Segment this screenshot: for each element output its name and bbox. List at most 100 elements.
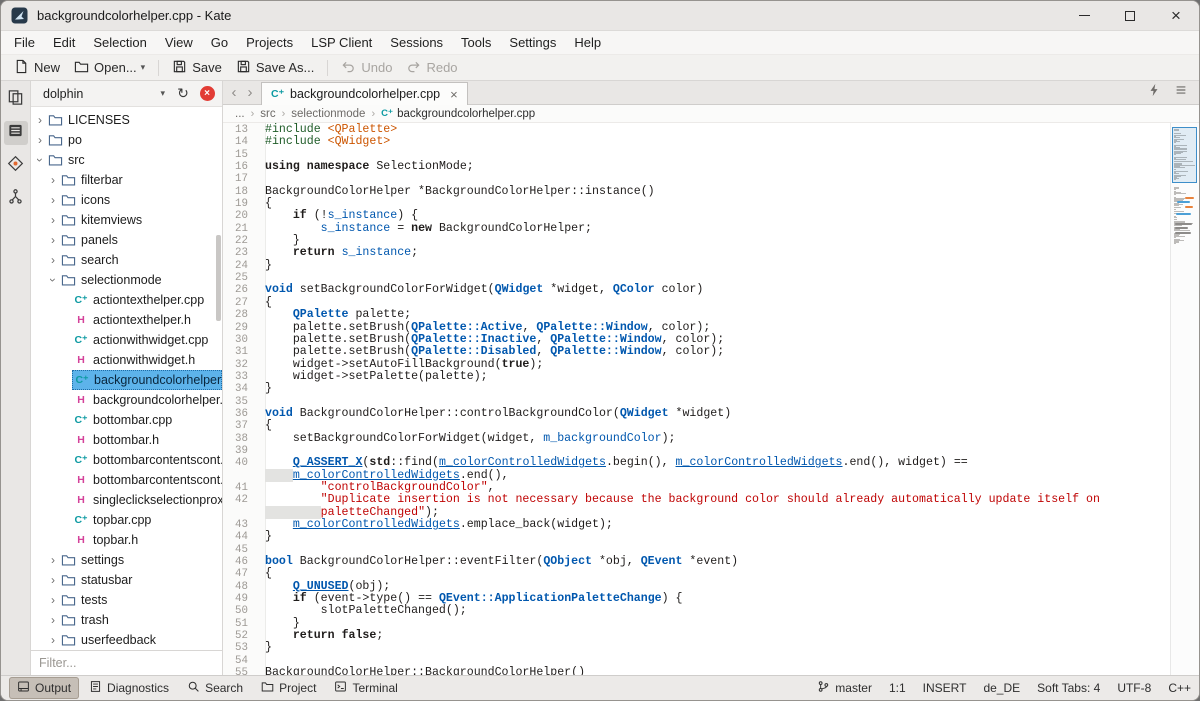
code-line[interactable]: 34} [223, 383, 1169, 395]
line-number[interactable]: 21 [223, 223, 257, 235]
tree-item-src[interactable]: ›src [31, 150, 222, 170]
statusbar-highlighting-mode[interactable]: C++ [1168, 681, 1191, 695]
code-line[interactable]: 50 slotPaletteChanged(); [223, 605, 1169, 617]
expander-icon[interactable]: › [46, 274, 60, 286]
statusbar-input-mode[interactable]: INSERT [923, 681, 967, 695]
menu-go[interactable]: Go [202, 32, 237, 53]
tree-item-content[interactable]: Hactiontexthelper.h [72, 310, 222, 330]
line-number[interactable]: 15 [223, 149, 257, 161]
line-number[interactable]: 22 [223, 235, 257, 247]
tree-item-content[interactable]: icons [59, 190, 222, 210]
line-number[interactable]: 48 [223, 581, 257, 593]
tab-backgroundcolorhelper[interactable]: C⁺ backgroundcolorhelper.cpp × [261, 82, 468, 105]
code-line[interactable]: 44} [223, 531, 1169, 543]
line-number[interactable]: 34 [223, 383, 257, 395]
line-number[interactable]: 44 [223, 531, 257, 543]
tree-item-topbar-h[interactable]: Htopbar.h [31, 530, 222, 550]
line-number[interactable]: 51 [223, 618, 257, 630]
line-number[interactable]: 17 [223, 173, 257, 185]
tree-item-statusbar[interactable]: ›statusbar [31, 570, 222, 590]
breadcrumb-item-backgroundcolorhelper-cpp[interactable]: C⁺backgroundcolorhelper.cpp [381, 108, 535, 120]
minimap-viewport[interactable] [1172, 127, 1197, 183]
line-number[interactable]: 14 [223, 136, 257, 148]
line-number[interactable]: 39 [223, 445, 257, 457]
code-lines[interactable]: 13#include <QPalette>14#include <QWidget… [223, 124, 1169, 675]
tree-item-content[interactable]: trash [59, 610, 222, 630]
line-number[interactable]: 30 [223, 334, 257, 346]
expander-icon[interactable]: › [47, 193, 59, 207]
line-number[interactable]: 52 [223, 630, 257, 642]
line-number[interactable]: 29 [223, 322, 257, 334]
expander-icon[interactable]: › [47, 613, 59, 627]
code-line[interactable]: 52 return false; [223, 630, 1169, 642]
code-line[interactable]: 21 s_instance = new BackgroundColorHelpe… [223, 223, 1169, 235]
symbols-tool-icon[interactable] [4, 187, 28, 211]
code-line[interactable]: 53} [223, 642, 1169, 654]
history-back-icon[interactable]: ‹ [226, 84, 242, 101]
tree-item-content[interactable]: userfeedback [59, 630, 222, 650]
document-list-icon[interactable] [1174, 83, 1188, 102]
tree-item-selectionmode[interactable]: ›selectionmode [31, 270, 222, 290]
tree-item-bottombar-cpp[interactable]: C⁺bottombar.cpp [31, 410, 222, 430]
code-line[interactable]: 24} [223, 260, 1169, 272]
tree-item-content[interactable]: statusbar [59, 570, 222, 590]
menu-help[interactable]: Help [565, 32, 610, 53]
tree-item-content[interactable]: tests [59, 590, 222, 610]
line-number[interactable]: 16 [223, 161, 257, 173]
expander-icon[interactable]: › [47, 593, 59, 607]
close-button[interactable]: × [1153, 1, 1199, 30]
line-number[interactable]: 35 [223, 396, 257, 408]
menu-lsp-client[interactable]: LSP Client [302, 32, 381, 53]
tree-item-content[interactable]: C⁺actionwithwidget.cpp [72, 330, 222, 350]
tree-item-filterbar[interactable]: ›filterbar [31, 170, 222, 190]
code-line[interactable]: 46bool BackgroundColorHelper::eventFilte… [223, 556, 1169, 568]
line-number[interactable]: 46 [223, 556, 257, 568]
breadcrumb-item--[interactable]: ... [235, 108, 245, 120]
projects-tool-icon[interactable] [4, 121, 28, 145]
statusbar-terminal-button[interactable]: Terminal [326, 677, 405, 699]
line-number[interactable]: 41 [223, 482, 257, 494]
open-button[interactable]: Open... ▾ [67, 56, 152, 80]
code-line[interactable]: 26void setBackgroundColorForWidget(QWidg… [223, 284, 1169, 296]
tree-item-content[interactable]: search [59, 250, 222, 270]
menu-sessions[interactable]: Sessions [381, 32, 452, 53]
code-line[interactable]: 36void BackgroundColorHelper::controlBac… [223, 408, 1169, 420]
tree-item-content[interactable]: kitemviews [59, 210, 222, 230]
statusbar-encoding[interactable]: UTF-8 [1117, 681, 1151, 695]
git-tool-icon[interactable] [4, 154, 28, 178]
code-line[interactable]: 38 setBackgroundColorForWidget(widget, m… [223, 433, 1169, 445]
line-number[interactable]: 13 [223, 124, 257, 136]
line-number[interactable] [223, 507, 257, 519]
line-number[interactable]: 33 [223, 371, 257, 383]
tree-item-actiontexthelper-cpp[interactable]: C⁺actiontexthelper.cpp [31, 290, 222, 310]
line-number[interactable]: 27 [223, 297, 257, 309]
tree-item-content[interactable]: panels [59, 230, 222, 250]
tree-item-userfeedback[interactable]: ›userfeedback [31, 630, 222, 650]
line-number[interactable]: 23 [223, 247, 257, 259]
expander-icon[interactable]: › [47, 553, 59, 567]
expander-icon[interactable]: › [34, 113, 46, 127]
tree-item-backgroundcolorhelper-c-[interactable]: C⁺backgroundcolorhelper.c... [31, 370, 222, 390]
tree-item-content[interactable]: Hactionwithwidget.h [72, 350, 222, 370]
tree-item-singleclickselectionproxy-[interactable]: Hsingleclickselectionproxy... [31, 490, 222, 510]
menu-selection[interactable]: Selection [84, 32, 155, 53]
code-line[interactable]: 18BackgroundColorHelper *BackgroundColor… [223, 186, 1169, 198]
project-selector[interactable]: dolphin ▾ [36, 85, 169, 103]
quick-open-icon[interactable] [1147, 83, 1161, 102]
tree-scrollbar[interactable] [216, 235, 221, 321]
tree-item-topbar-cpp[interactable]: C⁺topbar.cpp [31, 510, 222, 530]
new-button[interactable]: New [7, 56, 67, 80]
expander-icon[interactable]: › [47, 633, 59, 647]
minimize-button[interactable] [1061, 1, 1107, 30]
tree-item-content[interactable]: po [46, 130, 222, 150]
tree-item-content[interactable]: C⁺topbar.cpp [72, 510, 222, 530]
tree-item-actiontexthelper-h[interactable]: Hactiontexthelper.h [31, 310, 222, 330]
expander-icon[interactable]: › [47, 173, 59, 187]
statusbar-search-button[interactable]: Search [179, 677, 251, 699]
menu-tools[interactable]: Tools [452, 32, 500, 53]
line-number[interactable]: 37 [223, 420, 257, 432]
save-as-button[interactable]: Save As... [229, 56, 322, 80]
line-number[interactable]: 50 [223, 605, 257, 617]
maximize-button[interactable] [1107, 1, 1153, 30]
line-number[interactable]: 47 [223, 568, 257, 580]
